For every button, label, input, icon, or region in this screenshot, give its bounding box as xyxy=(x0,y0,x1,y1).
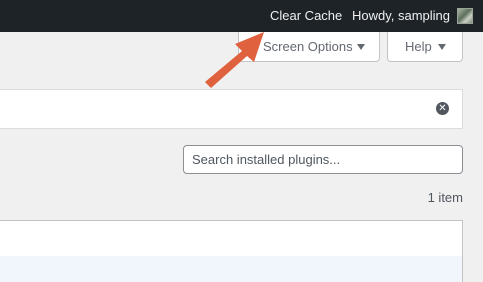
arrow-icon xyxy=(205,32,264,88)
caret-down-icon xyxy=(438,44,446,50)
search-input[interactable] xyxy=(183,145,463,174)
avatar[interactable] xyxy=(457,8,473,24)
clear-cache-link[interactable]: Clear Cache xyxy=(270,0,342,32)
screen-options-label: Screen Options xyxy=(263,39,353,54)
account-menu[interactable]: Howdy, sampling xyxy=(352,0,450,32)
caret-down-icon xyxy=(357,44,365,50)
table-row xyxy=(0,256,463,282)
help-label: Help xyxy=(405,39,432,54)
help-button[interactable]: Help xyxy=(387,32,463,62)
table-header xyxy=(0,220,463,257)
notice-bar xyxy=(0,89,463,129)
items-count: 1 item xyxy=(427,190,463,205)
dismiss-icon[interactable]: ✕ xyxy=(436,102,449,115)
